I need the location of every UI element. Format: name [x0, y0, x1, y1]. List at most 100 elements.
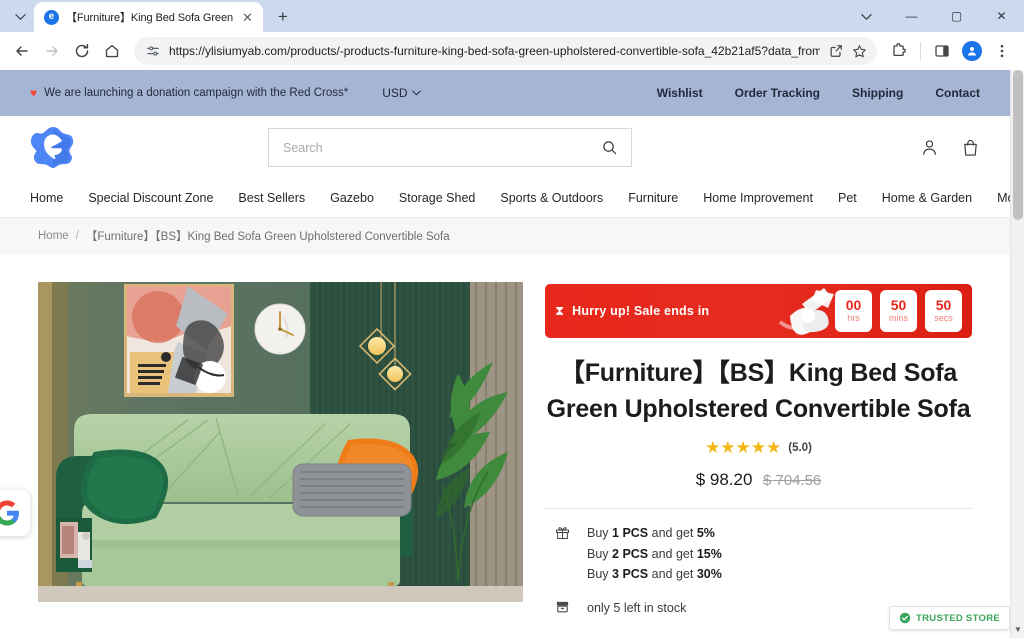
browser-tab[interactable]: e 【Furniture】King Bed Sofa Green ✕: [34, 2, 263, 32]
web-page: ♥ We are launching a donation campaign w…: [0, 70, 1024, 619]
back-icon[interactable]: [8, 37, 36, 65]
currency-selector[interactable]: USD: [382, 86, 421, 100]
search-icon[interactable]: [602, 140, 617, 155]
site-settings-icon[interactable]: [146, 44, 160, 58]
breadcrumb-separator: /: [75, 230, 79, 242]
offer-1-discount: 5%: [696, 526, 715, 540]
scrollbar-down-arrow-icon[interactable]: ▼: [1011, 622, 1024, 636]
link-wishlist[interactable]: Wishlist: [657, 86, 703, 100]
offer-2-qty: 2 PCS: [612, 546, 649, 561]
offer-1-middle: and get: [648, 526, 697, 540]
countdown-hours-unit: hrs: [847, 312, 860, 323]
tab-close-icon[interactable]: ✕: [240, 11, 255, 24]
countdown-seconds-value: 50: [935, 297, 952, 314]
bulk-offer-row: Buy 2 PCS and get 15%: [587, 544, 722, 565]
address-bar[interactable]: https://ylisiumyab.com/products/-product…: [134, 37, 877, 65]
trusted-store-badge[interactable]: TRUSTED STORE: [889, 606, 1010, 630]
product-title-line-2: Green Upholstered Convertible Sofa: [546, 394, 971, 423]
tab-overflow-icon[interactable]: [844, 0, 889, 32]
nav-item-best-sellers[interactable]: Best Sellers: [238, 191, 305, 205]
three-dot-menu-icon[interactable]: [988, 37, 1016, 65]
breadcrumb-home[interactable]: Home: [38, 230, 69, 242]
page-viewport: ♥ We are launching a donation campaign w…: [0, 70, 1024, 638]
page-scrollbar[interactable]: ▼: [1010, 70, 1024, 638]
offer-3-discount: 30%: [696, 567, 722, 582]
nav-item-special-discount-zone[interactable]: Special Discount Zone: [88, 191, 213, 205]
product-rating: ★★★★★ (5.0): [545, 439, 972, 456]
star-rating-icon: ★★★★★: [705, 438, 782, 457]
breadcrumb: Home / 【Furniture】【BS】King Bed Sofa Gree…: [0, 218, 1010, 254]
stock-text: only 5 left in stock: [587, 600, 687, 615]
countdown-hours: 00 hrs: [835, 290, 872, 332]
share-icon[interactable]: [829, 44, 843, 58]
trusted-store-label: TRUSTED STORE: [916, 612, 1000, 624]
countdown-timer: 00 hrs 50 mins 50 secs: [835, 290, 962, 332]
profile-avatar-icon[interactable]: [958, 37, 986, 65]
countdown-seconds-unit: secs: [934, 312, 953, 323]
offer-1-qty: 1 PCS: [612, 526, 649, 540]
bulk-offer-row: Buy 1 PCS and get 5%: [587, 523, 722, 544]
new-tab-button[interactable]: +: [269, 3, 297, 31]
forward-icon[interactable]: [38, 37, 66, 65]
bulk-discount-section: Buy 1 PCS and get 5% Buy 2 PCS and get 1…: [545, 523, 972, 585]
nav-item-home-improvement[interactable]: Home Improvement: [703, 191, 813, 205]
browser-toolbar: https://ylisiumyab.com/products/-product…: [0, 32, 1024, 70]
heart-icon: ♥: [30, 86, 38, 100]
site-header: [0, 116, 1010, 178]
product-details: ⧗ Hurry up! Sale ends in 00 hrs 50 mins …: [545, 282, 972, 619]
nav-item-home-garden[interactable]: Home & Garden: [882, 191, 972, 205]
countdown-minutes-unit: mins: [888, 312, 908, 323]
person-icon[interactable]: [920, 138, 939, 157]
offer-2-discount: 15%: [696, 546, 722, 561]
nav-item-gazebo[interactable]: Gazebo: [330, 191, 374, 205]
nav-item-home[interactable]: Home: [30, 191, 63, 205]
nav-item-pet[interactable]: Pet: [838, 191, 857, 205]
current-price: $ 98.20: [695, 470, 753, 489]
window-maximize-button[interactable]: ▢: [934, 0, 979, 32]
search-area: [268, 128, 632, 167]
tab-strip: e 【Furniture】King Bed Sofa Green ✕ + — ▢…: [0, 0, 1024, 32]
url-text: https://ylisiumyab.com/products/-product…: [169, 44, 820, 58]
check-shield-icon: [899, 612, 911, 624]
shopping-bag-icon[interactable]: [961, 138, 980, 157]
star-icon[interactable]: [852, 44, 867, 59]
window-controls: — ▢ ✕: [844, 0, 1024, 32]
puzzle-icon[interactable]: [885, 37, 913, 65]
offer-2-middle: and get: [648, 546, 697, 561]
countdown-hours-value: 00: [845, 297, 862, 314]
nav-item-storage-shed[interactable]: Storage Shed: [399, 191, 475, 205]
side-panel-icon[interactable]: [928, 37, 956, 65]
google-g-icon: [0, 500, 19, 526]
offer-2-prefix: Buy: [587, 546, 613, 561]
search-box[interactable]: [268, 128, 632, 167]
original-price: $ 704.56: [762, 472, 822, 489]
offer-3-middle: and get: [648, 567, 697, 582]
page-title: 【Furniture】【BS】King Bed Sofa Green Uphol…: [545, 356, 972, 427]
tab-title: 【Furniture】King Bed Sofa Green: [66, 12, 233, 24]
announcement-links: Wishlist Order Tracking Shipping Contact: [657, 86, 980, 100]
nav-item-furniture[interactable]: Furniture: [628, 191, 678, 205]
countdown-minutes-value: 50: [890, 297, 907, 314]
product-image[interactable]: [38, 282, 523, 602]
countdown-seconds: 50 secs: [925, 290, 962, 332]
reload-icon[interactable]: [68, 37, 96, 65]
announcement-bar: ♥ We are launching a donation campaign w…: [0, 70, 1010, 116]
link-order-tracking[interactable]: Order Tracking: [735, 86, 820, 100]
link-contact[interactable]: Contact: [935, 86, 980, 100]
countdown-minutes: 50 mins: [880, 290, 917, 332]
offer-3-qty: 3 PCS: [612, 567, 649, 582]
search-input[interactable]: [283, 140, 594, 155]
offer-3-prefix: Buy: [587, 567, 613, 582]
google-badge[interactable]: [0, 490, 30, 536]
window-close-button[interactable]: ✕: [979, 0, 1024, 32]
window-minimize-button[interactable]: —: [889, 0, 934, 32]
home-icon[interactable]: [98, 37, 126, 65]
tab-search-icon[interactable]: [6, 2, 34, 30]
inventory-icon: [555, 597, 571, 619]
scrollbar-thumb[interactable]: [1013, 70, 1023, 220]
product-main: ⧗ Hurry up! Sale ends in 00 hrs 50 mins …: [0, 254, 1010, 619]
nav-item-sports-outdoors[interactable]: Sports & Outdoors: [500, 191, 603, 205]
site-logo[interactable]: [30, 124, 76, 170]
currency-value: USD: [382, 86, 408, 100]
link-shipping[interactable]: Shipping: [852, 86, 903, 100]
